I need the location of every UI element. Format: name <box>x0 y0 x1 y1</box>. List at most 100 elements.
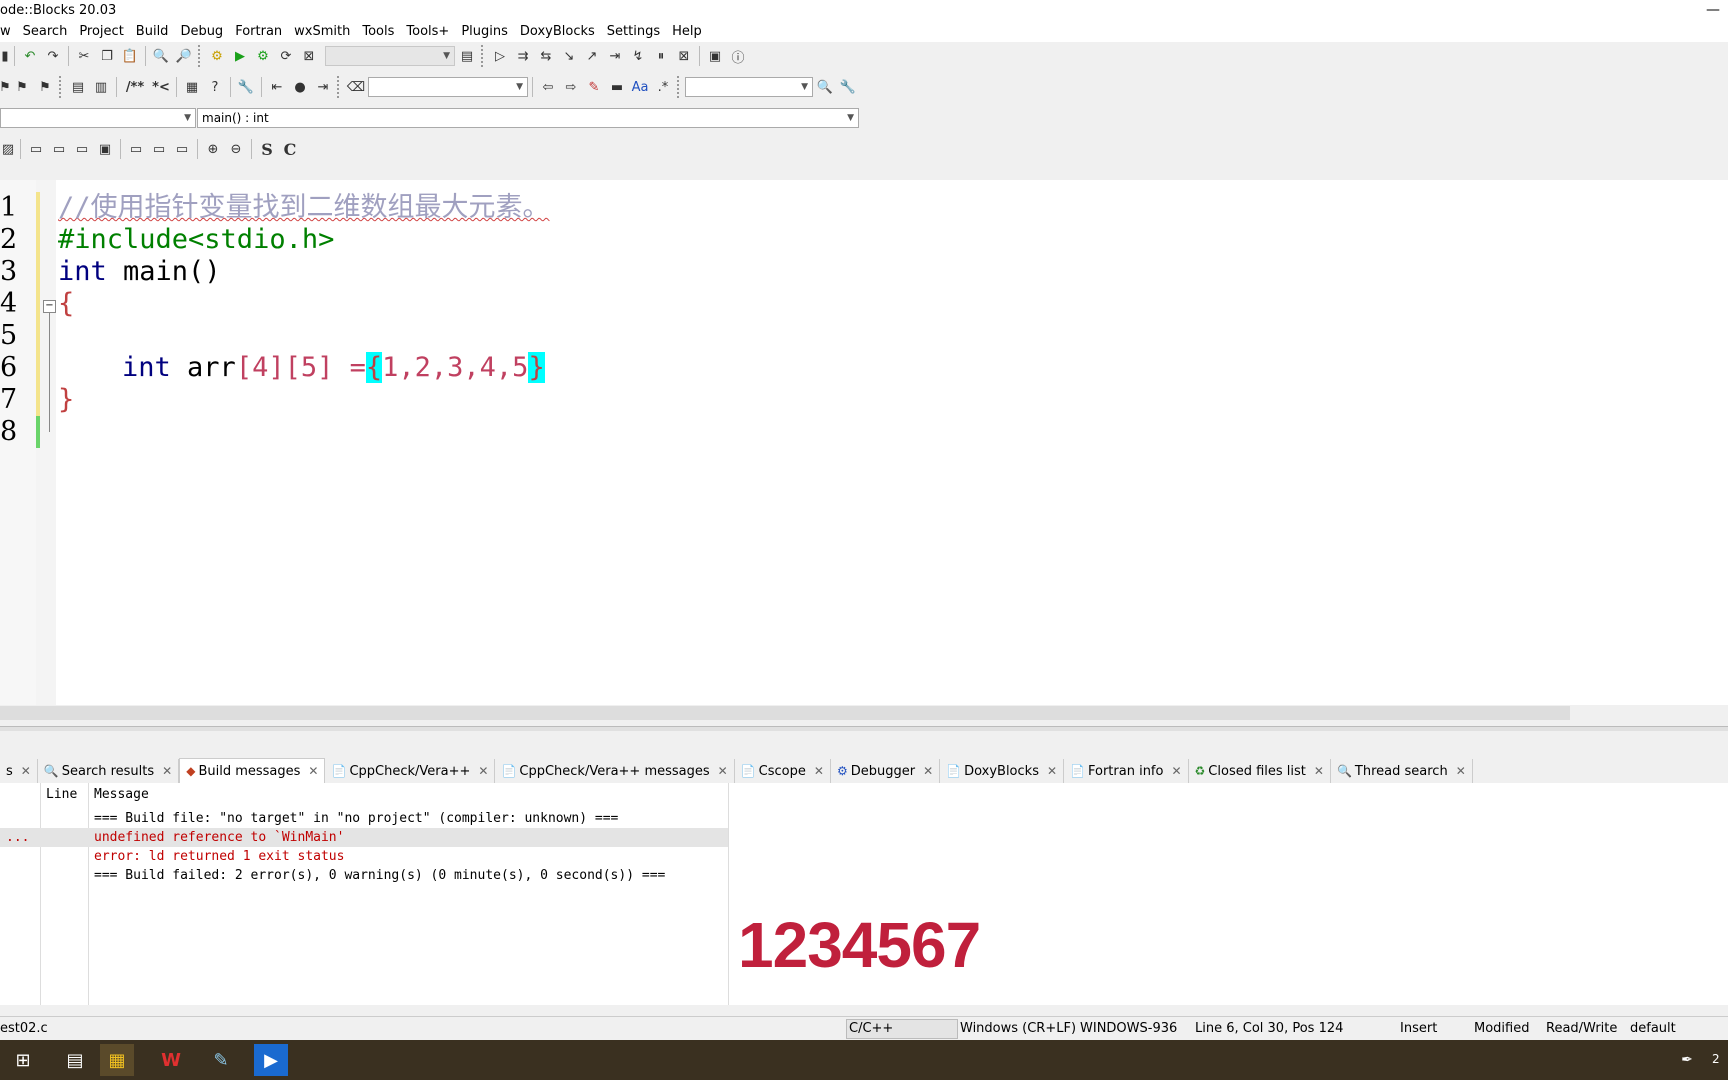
thread-search-combo[interactable]: ▼ <box>685 77 813 97</box>
video-app-icon[interactable]: ▶ <box>254 1044 288 1076</box>
wx-box-icon[interactable]: ▭ <box>25 138 47 160</box>
wx-panel3-icon[interactable]: ▭ <box>171 138 193 160</box>
search-prev-icon[interactable]: ⇦ <box>537 76 559 98</box>
tab-cppcheck-messages[interactable]: 📄 CppCheck/Vera++ messages ✕ <box>495 759 735 783</box>
search-next-icon[interactable]: ⇨ <box>560 76 582 98</box>
selected-text-icon[interactable]: ▬ <box>606 76 628 98</box>
regex-icon[interactable]: .* <box>652 76 674 98</box>
s-button[interactable]: S <box>256 138 278 160</box>
bookmark-next-icon[interactable]: ⚑ <box>34 76 56 98</box>
close-icon[interactable]: ✕ <box>1314 764 1324 778</box>
task-view-icon[interactable]: ⊞ <box>6 1044 40 1076</box>
close-icon[interactable]: ✕ <box>1456 764 1466 778</box>
wx-panel2-icon[interactable]: ▭ <box>148 138 170 160</box>
stop-debug-icon[interactable]: ⊠ <box>673 45 695 67</box>
splitter[interactable] <box>0 726 1728 731</box>
tab-fortran-info[interactable]: 📄 Fortran info ✕ <box>1064 759 1189 783</box>
close-icon[interactable]: ✕ <box>162 764 172 778</box>
toolbar-grip[interactable] <box>481 45 486 67</box>
clock[interactable]: 2 <box>1712 1052 1720 1066</box>
menu-project[interactable]: Project <box>73 22 129 42</box>
scrollbar-track[interactable] <box>1570 706 1728 720</box>
log-message[interactable]: === Build failed: 2 error(s), 0 warning(… <box>94 866 665 885</box>
pen-icon[interactable]: ✒ <box>1676 1044 1698 1076</box>
scope-combo[interactable]: ▼ <box>0 108 196 128</box>
step-into-icon[interactable]: ↘ <box>558 45 580 67</box>
close-icon[interactable]: ✕ <box>308 764 318 778</box>
column-header-message[interactable]: Message <box>94 787 149 802</box>
debug-info-icon[interactable]: ⓘ <box>727 45 749 67</box>
comment-button[interactable]: /** <box>121 76 149 98</box>
menu-build[interactable]: Build <box>130 22 175 42</box>
toolbar-grip[interactable] <box>59 76 64 98</box>
replace-icon[interactable]: 🔎 <box>173 45 195 67</box>
close-icon[interactable]: ✕ <box>1047 764 1057 778</box>
notepad-app-icon[interactable]: ✎ <box>204 1044 238 1076</box>
next-instruction-icon[interactable]: ⇥ <box>604 45 626 67</box>
uncomment-button[interactable]: *< <box>150 76 172 98</box>
paste-icon[interactable]: 📋 <box>119 45 141 67</box>
menu-view[interactable]: w <box>0 22 17 42</box>
save-icon[interactable]: ▮ <box>0 45 10 67</box>
close-icon[interactable]: ✕ <box>478 764 488 778</box>
step-out-icon[interactable]: ↗ <box>581 45 603 67</box>
wps-app-icon[interactable]: W <box>154 1044 188 1076</box>
doc-line-icon[interactable]: ▥ <box>90 76 112 98</box>
function-combo[interactable]: main() : int ▼ <box>197 108 859 128</box>
build-run-icon[interactable]: ⚙ <box>252 45 274 67</box>
help-doc-icon[interactable]: ? <box>204 76 226 98</box>
close-icon[interactable]: ✕ <box>718 764 728 778</box>
tab-search-results[interactable]: 🔍 Search results ✕ <box>38 759 180 783</box>
build-log[interactable]: Line Message ... === Build file: "no tar… <box>0 783 1728 1005</box>
tab-debugger[interactable]: ⚙ Debugger ✕ <box>831 759 941 783</box>
tab-partial[interactable]: s ✕ <box>0 759 38 783</box>
highlight-icon[interactable]: ✎ <box>583 76 605 98</box>
close-icon[interactable]: ✕ <box>923 764 933 778</box>
menu-help[interactable]: Help <box>666 22 708 42</box>
abort-icon[interactable]: ⊠ <box>298 45 320 67</box>
toolbar-grip[interactable] <box>677 76 682 98</box>
code-editor[interactable]: 1 2 3 4 5 6 7 8 − //使用指针变量找到二维数组最大元素。 #i… <box>0 180 1728 705</box>
menu-plugins[interactable]: Plugins <box>455 22 514 42</box>
doc-block-icon[interactable]: ▤ <box>67 76 89 98</box>
wx-box2-icon[interactable]: ▭ <box>48 138 70 160</box>
pause-icon[interactable]: ⏸ <box>650 45 672 67</box>
copy-icon[interactable]: ❐ <box>96 45 118 67</box>
next-line-icon[interactable]: ⇆ <box>535 45 557 67</box>
zoom-out-icon[interactable]: ⊖ <box>225 138 247 160</box>
menu-doxyblocks[interactable]: DoxyBlocks <box>514 22 601 42</box>
wrench-icon[interactable]: 🔧 <box>235 76 257 98</box>
thread-search-icon[interactable]: 🔍 <box>814 76 836 98</box>
wx-frame-icon[interactable]: ▨ <box>0 138 16 160</box>
match-case-icon[interactable]: Aa <box>629 76 651 98</box>
menu-wxsmith[interactable]: wxSmith <box>288 22 356 42</box>
tab-cscope[interactable]: 📄 Cscope ✕ <box>735 759 831 783</box>
tab-cppcheck[interactable]: 📄 CppCheck/Vera++ ✕ <box>325 759 496 783</box>
run-to-cursor-icon[interactable]: ⇉ <box>512 45 534 67</box>
log-message[interactable]: === Build file: "no target" in "no proje… <box>94 809 618 828</box>
incremental-search-combo[interactable]: ▼ <box>368 77 528 97</box>
jump-back-icon[interactable]: ⇤ <box>266 76 288 98</box>
debug-windows-icon[interactable]: ▣ <box>704 45 726 67</box>
tab-closed-files[interactable]: ♻ Closed files list ✕ <box>1189 759 1331 783</box>
menu-settings[interactable]: Settings <box>601 22 666 42</box>
step-instruction-icon[interactable]: ↯ <box>627 45 649 67</box>
clear-search-icon[interactable]: ⌫ <box>345 76 367 98</box>
zoom-in-icon[interactable]: ⊕ <box>202 138 224 160</box>
undo-icon[interactable]: ↶ <box>19 45 41 67</box>
codeblocks-app-icon[interactable]: ▦ <box>100 1044 134 1076</box>
tab-doxyblocks[interactable]: 📄 DoxyBlocks ✕ <box>940 759 1065 783</box>
close-icon[interactable]: ✕ <box>21 764 31 778</box>
close-icon[interactable]: ✕ <box>814 764 824 778</box>
build-target-combo[interactable]: ▼ <box>325 46 455 66</box>
menu-tools-plus[interactable]: Tools+ <box>400 22 455 42</box>
tab-thread-search[interactable]: 🔍 Thread search ✕ <box>1331 759 1473 783</box>
editor-horizontal-scrollbar[interactable] <box>0 706 1570 720</box>
wx-box3-icon[interactable]: ▭ <box>71 138 93 160</box>
run-icon[interactable]: ▶ <box>229 45 251 67</box>
jump-forward-icon[interactable]: ⇥ <box>312 76 334 98</box>
menu-debug[interactable]: Debug <box>174 22 229 42</box>
rebuild-icon[interactable]: ⟳ <box>275 45 297 67</box>
target-options-icon[interactable]: ▤ <box>456 45 478 67</box>
build-gear-icon[interactable]: ⚙ <box>206 45 228 67</box>
